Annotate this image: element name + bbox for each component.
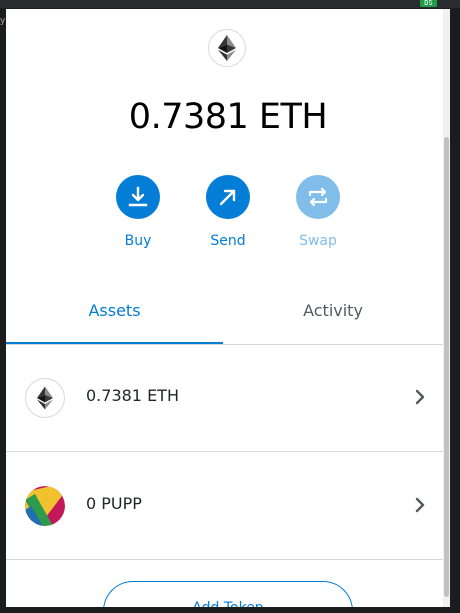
scrollbar-thumb[interactable] bbox=[444, 137, 449, 597]
asset-label-pupp: 0 PUPP bbox=[86, 494, 142, 513]
ethereum-icon bbox=[208, 29, 246, 67]
chevron-right-icon bbox=[415, 389, 425, 409]
wallet-popup: 0.7381 ETH Buy Send Swap Assets Activity… bbox=[6, 9, 450, 607]
pupp-token-icon bbox=[25, 486, 65, 526]
tab-bar: Assets Activity bbox=[6, 289, 443, 345]
swap-button[interactable]: Swap bbox=[283, 175, 353, 249]
tab-assets[interactable]: Assets bbox=[6, 289, 223, 344]
browser-top-bar: DS bbox=[0, 0, 460, 8]
swap-icon[interactable] bbox=[296, 175, 340, 219]
asset-row-pupp[interactable]: 0 PUPP bbox=[6, 453, 443, 560]
add-token-button[interactable]: Add Token bbox=[103, 581, 353, 607]
background-fragment: y bbox=[0, 16, 6, 26]
asset-row-eth[interactable]: 0.7381 ETH bbox=[6, 345, 443, 452]
chevron-right-icon bbox=[415, 497, 425, 517]
ethereum-icon bbox=[25, 378, 65, 418]
tab-activity[interactable]: Activity bbox=[223, 289, 443, 344]
swap-label: Swap bbox=[299, 233, 337, 249]
balance-amount: 0.7381 ETH bbox=[128, 97, 328, 137]
download-icon[interactable] bbox=[116, 175, 160, 219]
buy-label: Buy bbox=[124, 233, 152, 249]
extension-badge[interactable]: DS bbox=[420, 0, 437, 7]
buy-button[interactable]: Buy bbox=[103, 175, 173, 249]
arrow-up-right-icon[interactable] bbox=[206, 175, 250, 219]
asset-label-eth: 0.7381 ETH bbox=[86, 386, 179, 405]
send-button[interactable]: Send bbox=[193, 175, 263, 249]
send-label: Send bbox=[210, 233, 246, 249]
